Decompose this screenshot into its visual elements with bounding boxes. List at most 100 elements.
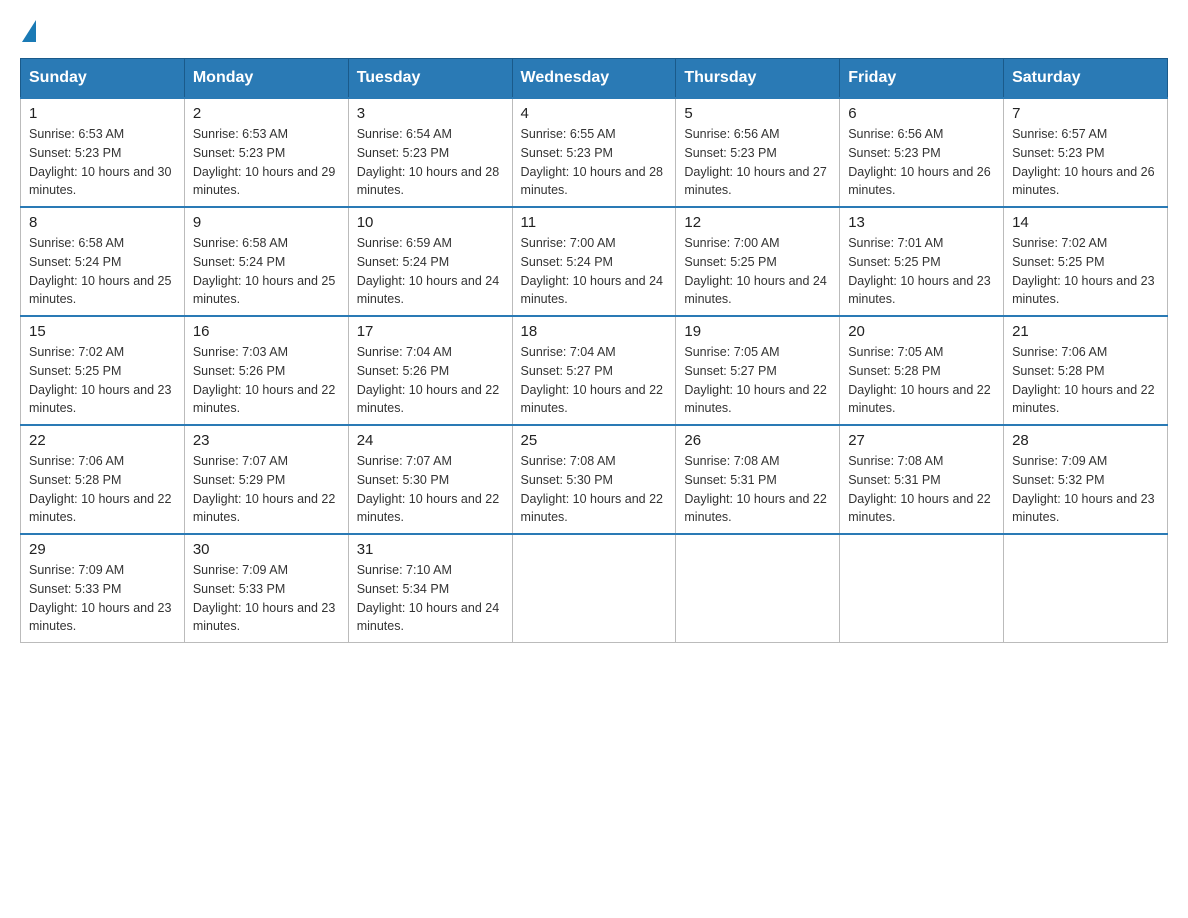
day-info: Sunrise: 7:04 AM Sunset: 5:27 PM Dayligh…: [521, 343, 668, 418]
calendar-week-5: 29 Sunrise: 7:09 AM Sunset: 5:33 PM Dayl…: [21, 534, 1168, 643]
day-info: Sunrise: 7:01 AM Sunset: 5:25 PM Dayligh…: [848, 234, 995, 309]
day-number: 12: [684, 214, 831, 231]
day-number: 17: [357, 323, 504, 340]
day-number: 26: [684, 432, 831, 449]
calendar-cell: 22 Sunrise: 7:06 AM Sunset: 5:28 PM Dayl…: [21, 425, 185, 534]
day-number: 1: [29, 105, 176, 122]
day-info: Sunrise: 7:02 AM Sunset: 5:25 PM Dayligh…: [29, 343, 176, 418]
day-number: 13: [848, 214, 995, 231]
calendar-cell: 25 Sunrise: 7:08 AM Sunset: 5:30 PM Dayl…: [512, 425, 676, 534]
logo: [20, 20, 38, 38]
calendar-cell: 14 Sunrise: 7:02 AM Sunset: 5:25 PM Dayl…: [1004, 207, 1168, 316]
calendar-cell: 23 Sunrise: 7:07 AM Sunset: 5:29 PM Dayl…: [184, 425, 348, 534]
day-info: Sunrise: 7:08 AM Sunset: 5:31 PM Dayligh…: [684, 452, 831, 527]
day-number: 5: [684, 105, 831, 122]
calendar-cell: 18 Sunrise: 7:04 AM Sunset: 5:27 PM Dayl…: [512, 316, 676, 425]
calendar-cell: 30 Sunrise: 7:09 AM Sunset: 5:33 PM Dayl…: [184, 534, 348, 643]
day-number: 18: [521, 323, 668, 340]
calendar-cell: 15 Sunrise: 7:02 AM Sunset: 5:25 PM Dayl…: [21, 316, 185, 425]
calendar-header-row: SundayMondayTuesdayWednesdayThursdayFrid…: [21, 59, 1168, 99]
day-info: Sunrise: 7:04 AM Sunset: 5:26 PM Dayligh…: [357, 343, 504, 418]
day-number: 14: [1012, 214, 1159, 231]
day-number: 21: [1012, 323, 1159, 340]
day-info: Sunrise: 6:57 AM Sunset: 5:23 PM Dayligh…: [1012, 125, 1159, 200]
day-info: Sunrise: 6:58 AM Sunset: 5:24 PM Dayligh…: [193, 234, 340, 309]
day-number: 7: [1012, 105, 1159, 122]
calendar-header-friday: Friday: [840, 59, 1004, 99]
day-info: Sunrise: 7:10 AM Sunset: 5:34 PM Dayligh…: [357, 561, 504, 636]
calendar-header-monday: Monday: [184, 59, 348, 99]
day-info: Sunrise: 6:56 AM Sunset: 5:23 PM Dayligh…: [684, 125, 831, 200]
calendar-cell: 29 Sunrise: 7:09 AM Sunset: 5:33 PM Dayl…: [21, 534, 185, 643]
day-info: Sunrise: 7:05 AM Sunset: 5:27 PM Dayligh…: [684, 343, 831, 418]
day-number: 24: [357, 432, 504, 449]
calendar-cell: 3 Sunrise: 6:54 AM Sunset: 5:23 PM Dayli…: [348, 98, 512, 207]
day-info: Sunrise: 6:56 AM Sunset: 5:23 PM Dayligh…: [848, 125, 995, 200]
day-info: Sunrise: 7:09 AM Sunset: 5:33 PM Dayligh…: [29, 561, 176, 636]
day-number: 27: [848, 432, 995, 449]
calendar-week-1: 1 Sunrise: 6:53 AM Sunset: 5:23 PM Dayli…: [21, 98, 1168, 207]
calendar-cell: 27 Sunrise: 7:08 AM Sunset: 5:31 PM Dayl…: [840, 425, 1004, 534]
day-info: Sunrise: 7:00 AM Sunset: 5:24 PM Dayligh…: [521, 234, 668, 309]
calendar-cell: 9 Sunrise: 6:58 AM Sunset: 5:24 PM Dayli…: [184, 207, 348, 316]
day-number: 22: [29, 432, 176, 449]
day-info: Sunrise: 7:08 AM Sunset: 5:30 PM Dayligh…: [521, 452, 668, 527]
calendar-header-saturday: Saturday: [1004, 59, 1168, 99]
calendar-cell: [840, 534, 1004, 643]
day-number: 4: [521, 105, 668, 122]
day-number: 23: [193, 432, 340, 449]
day-number: 19: [684, 323, 831, 340]
day-info: Sunrise: 7:02 AM Sunset: 5:25 PM Dayligh…: [1012, 234, 1159, 309]
calendar-header-sunday: Sunday: [21, 59, 185, 99]
day-info: Sunrise: 6:53 AM Sunset: 5:23 PM Dayligh…: [29, 125, 176, 200]
day-info: Sunrise: 7:06 AM Sunset: 5:28 PM Dayligh…: [29, 452, 176, 527]
day-info: Sunrise: 6:58 AM Sunset: 5:24 PM Dayligh…: [29, 234, 176, 309]
calendar-week-4: 22 Sunrise: 7:06 AM Sunset: 5:28 PM Dayl…: [21, 425, 1168, 534]
calendar-week-2: 8 Sunrise: 6:58 AM Sunset: 5:24 PM Dayli…: [21, 207, 1168, 316]
calendar-cell: 4 Sunrise: 6:55 AM Sunset: 5:23 PM Dayli…: [512, 98, 676, 207]
calendar-cell: [676, 534, 840, 643]
day-info: Sunrise: 7:09 AM Sunset: 5:33 PM Dayligh…: [193, 561, 340, 636]
day-info: Sunrise: 7:09 AM Sunset: 5:32 PM Dayligh…: [1012, 452, 1159, 527]
calendar-cell: 12 Sunrise: 7:00 AM Sunset: 5:25 PM Dayl…: [676, 207, 840, 316]
logo-triangle-icon: [22, 20, 36, 42]
calendar-cell: 5 Sunrise: 6:56 AM Sunset: 5:23 PM Dayli…: [676, 98, 840, 207]
day-number: 10: [357, 214, 504, 231]
day-info: Sunrise: 7:07 AM Sunset: 5:30 PM Dayligh…: [357, 452, 504, 527]
day-info: Sunrise: 6:55 AM Sunset: 5:23 PM Dayligh…: [521, 125, 668, 200]
day-info: Sunrise: 6:59 AM Sunset: 5:24 PM Dayligh…: [357, 234, 504, 309]
calendar-cell: 13 Sunrise: 7:01 AM Sunset: 5:25 PM Dayl…: [840, 207, 1004, 316]
day-number: 15: [29, 323, 176, 340]
day-number: 3: [357, 105, 504, 122]
calendar-header-thursday: Thursday: [676, 59, 840, 99]
day-info: Sunrise: 7:05 AM Sunset: 5:28 PM Dayligh…: [848, 343, 995, 418]
day-info: Sunrise: 6:54 AM Sunset: 5:23 PM Dayligh…: [357, 125, 504, 200]
day-info: Sunrise: 7:07 AM Sunset: 5:29 PM Dayligh…: [193, 452, 340, 527]
calendar-header-wednesday: Wednesday: [512, 59, 676, 99]
day-number: 16: [193, 323, 340, 340]
logo-text: [20, 20, 38, 42]
calendar-table: SundayMondayTuesdayWednesdayThursdayFrid…: [20, 58, 1168, 643]
calendar-cell: 21 Sunrise: 7:06 AM Sunset: 5:28 PM Dayl…: [1004, 316, 1168, 425]
day-info: Sunrise: 7:08 AM Sunset: 5:31 PM Dayligh…: [848, 452, 995, 527]
day-number: 28: [1012, 432, 1159, 449]
day-number: 8: [29, 214, 176, 231]
calendar-cell: [512, 534, 676, 643]
calendar-cell: 8 Sunrise: 6:58 AM Sunset: 5:24 PM Dayli…: [21, 207, 185, 316]
calendar-cell: 1 Sunrise: 6:53 AM Sunset: 5:23 PM Dayli…: [21, 98, 185, 207]
day-info: Sunrise: 6:53 AM Sunset: 5:23 PM Dayligh…: [193, 125, 340, 200]
day-info: Sunrise: 7:03 AM Sunset: 5:26 PM Dayligh…: [193, 343, 340, 418]
day-number: 2: [193, 105, 340, 122]
day-number: 11: [521, 214, 668, 231]
page-header: [20, 20, 1168, 38]
day-info: Sunrise: 7:06 AM Sunset: 5:28 PM Dayligh…: [1012, 343, 1159, 418]
calendar-cell: 7 Sunrise: 6:57 AM Sunset: 5:23 PM Dayli…: [1004, 98, 1168, 207]
day-number: 20: [848, 323, 995, 340]
day-number: 9: [193, 214, 340, 231]
calendar-cell: 6 Sunrise: 6:56 AM Sunset: 5:23 PM Dayli…: [840, 98, 1004, 207]
calendar-cell: [1004, 534, 1168, 643]
calendar-cell: 20 Sunrise: 7:05 AM Sunset: 5:28 PM Dayl…: [840, 316, 1004, 425]
calendar-week-3: 15 Sunrise: 7:02 AM Sunset: 5:25 PM Dayl…: [21, 316, 1168, 425]
calendar-cell: 2 Sunrise: 6:53 AM Sunset: 5:23 PM Dayli…: [184, 98, 348, 207]
day-number: 6: [848, 105, 995, 122]
